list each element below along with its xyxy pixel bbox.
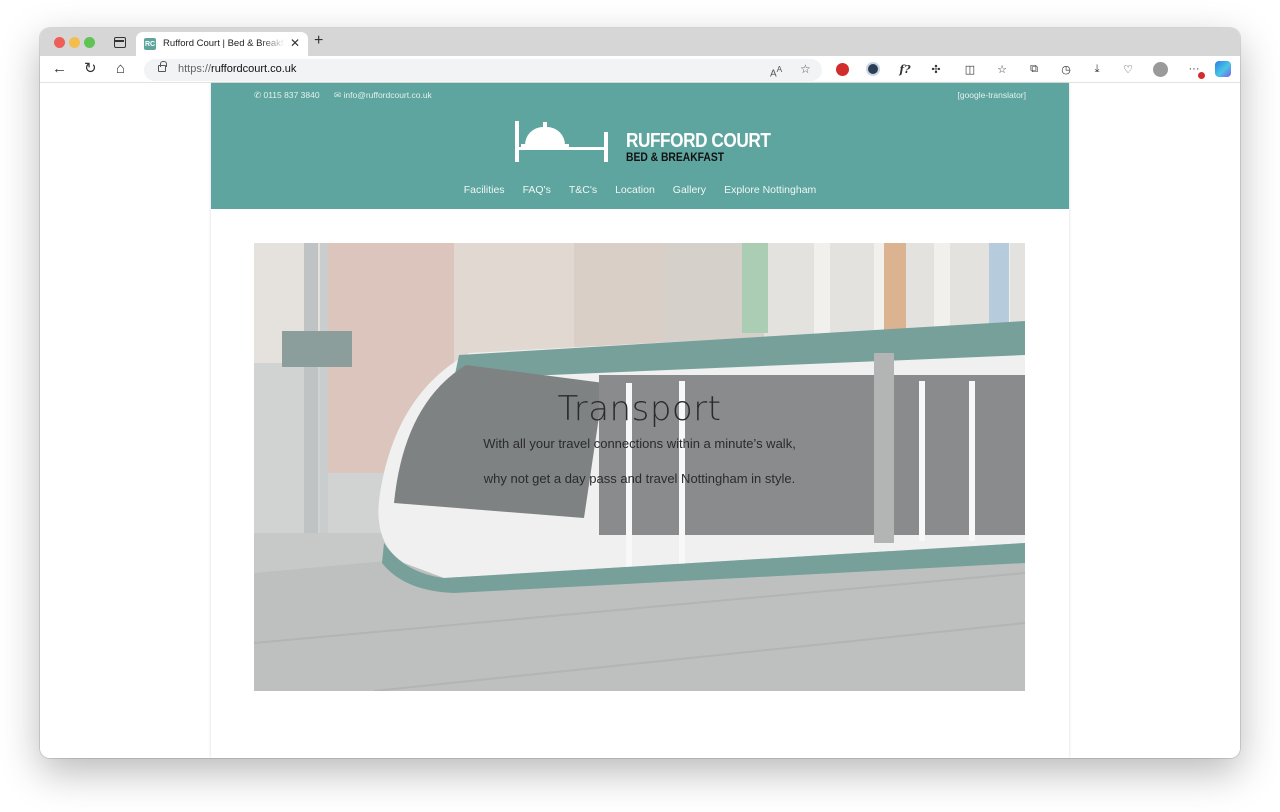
tab-strip: RC Rufford Court | Bed & Breakfast ✕ +	[40, 28, 1240, 56]
health-icon[interactable]: ♡	[1120, 61, 1136, 77]
translator-shortcode: [google-translator]	[957, 90, 1026, 100]
copilot-icon[interactable]	[1215, 61, 1231, 77]
nav-faqs[interactable]: FAQ's	[523, 184, 551, 200]
back-icon[interactable]: ←	[52, 60, 67, 78]
home-icon[interactable]: ⌂	[116, 60, 125, 78]
logo-bed-base	[515, 147, 608, 150]
reload-icon[interactable]: ↻	[84, 60, 97, 78]
nav-explore-nottingham[interactable]: Explore Nottingham	[724, 184, 816, 200]
tab-actions-icon[interactable]	[114, 37, 126, 48]
phone-link[interactable]: ✆ 0115 837 3840	[254, 90, 320, 101]
hero-overlay	[254, 243, 1025, 691]
logo-plate	[521, 144, 569, 147]
page-viewport: ✆ 0115 837 3840 ✉ info@ruffordcourt.co.u…	[40, 83, 1240, 758]
tab-title: Rufford Court | Bed & Breakfast	[163, 38, 285, 49]
nav-gallery[interactable]: Gallery	[673, 184, 706, 200]
hero-title: Transport	[557, 389, 722, 429]
email-link[interactable]: ✉ info@ruffordcourt.co.uk	[334, 90, 432, 101]
minimize-window-button[interactable]	[69, 37, 80, 48]
site-header: ✆ 0115 837 3840 ✉ info@ruffordcourt.co.u…	[211, 83, 1069, 209]
favorites-icon[interactable]: ☆	[994, 61, 1010, 77]
extensions-icon[interactable]: ✣	[928, 61, 944, 77]
browser-toolbar: ← ↻ ⌂ https://ruffordcourt.co.uk AA ☆ f?…	[40, 56, 1240, 83]
address-bar[interactable]: https://ruffordcourt.co.uk AA ☆	[144, 59, 822, 81]
nav-tcs[interactable]: T&C's	[569, 184, 597, 200]
logo-subtitle: BED & BREAKFAST	[626, 150, 725, 164]
logo-bed-icon	[515, 121, 519, 162]
browser-window: RC Rufford Court | Bed & Breakfast ✕ + ←…	[40, 28, 1240, 758]
maximize-window-button[interactable]	[84, 37, 95, 48]
url-text[interactable]: https://ruffordcourt.co.uk	[178, 63, 296, 75]
browser-tab[interactable]: RC Rufford Court | Bed & Breakfast ✕	[136, 32, 308, 56]
split-screen-icon[interactable]: ◫	[962, 61, 978, 77]
nav-facilities[interactable]: Facilities	[464, 184, 505, 200]
read-aloud-icon[interactable]: AA	[770, 64, 782, 79]
hero-description-line-1: With all your travel connections within …	[483, 436, 796, 451]
close-window-button[interactable]	[54, 37, 65, 48]
adblock-extension-icon[interactable]	[834, 61, 850, 77]
logo-cloche-icon	[525, 127, 565, 145]
collections-icon[interactable]: ⧉	[1026, 61, 1042, 77]
favorite-star-icon[interactable]: ☆	[800, 62, 811, 76]
close-tab-icon[interactable]: ✕	[290, 36, 300, 50]
site-favicon: RC	[144, 38, 156, 50]
more-icon[interactable]: ···	[1186, 61, 1205, 79]
nav-location[interactable]: Location	[615, 184, 655, 200]
hero-banner: Transport With all your travel connectio…	[254, 243, 1025, 691]
downloads-icon[interactable]: ⤓	[1089, 61, 1105, 77]
new-tab-button[interactable]: +	[314, 32, 323, 50]
extension-circle-icon[interactable]	[865, 61, 881, 77]
main-nav: Facilities FAQ's T&C's Location Gallery …	[211, 184, 1069, 200]
profile-icon[interactable]	[1152, 61, 1168, 77]
hero-description-line-2: why not get a day pass and travel Nottin…	[483, 471, 796, 486]
history-icon[interactable]: ◷	[1058, 61, 1074, 77]
page-container: ✆ 0115 837 3840 ✉ info@ruffordcourt.co.u…	[211, 83, 1069, 758]
lock-icon[interactable]	[158, 61, 167, 72]
site-logo[interactable]: RUFFORD COURT BED & BREAKFAST	[515, 119, 775, 165]
formula-extension-icon[interactable]: f?	[897, 61, 913, 77]
